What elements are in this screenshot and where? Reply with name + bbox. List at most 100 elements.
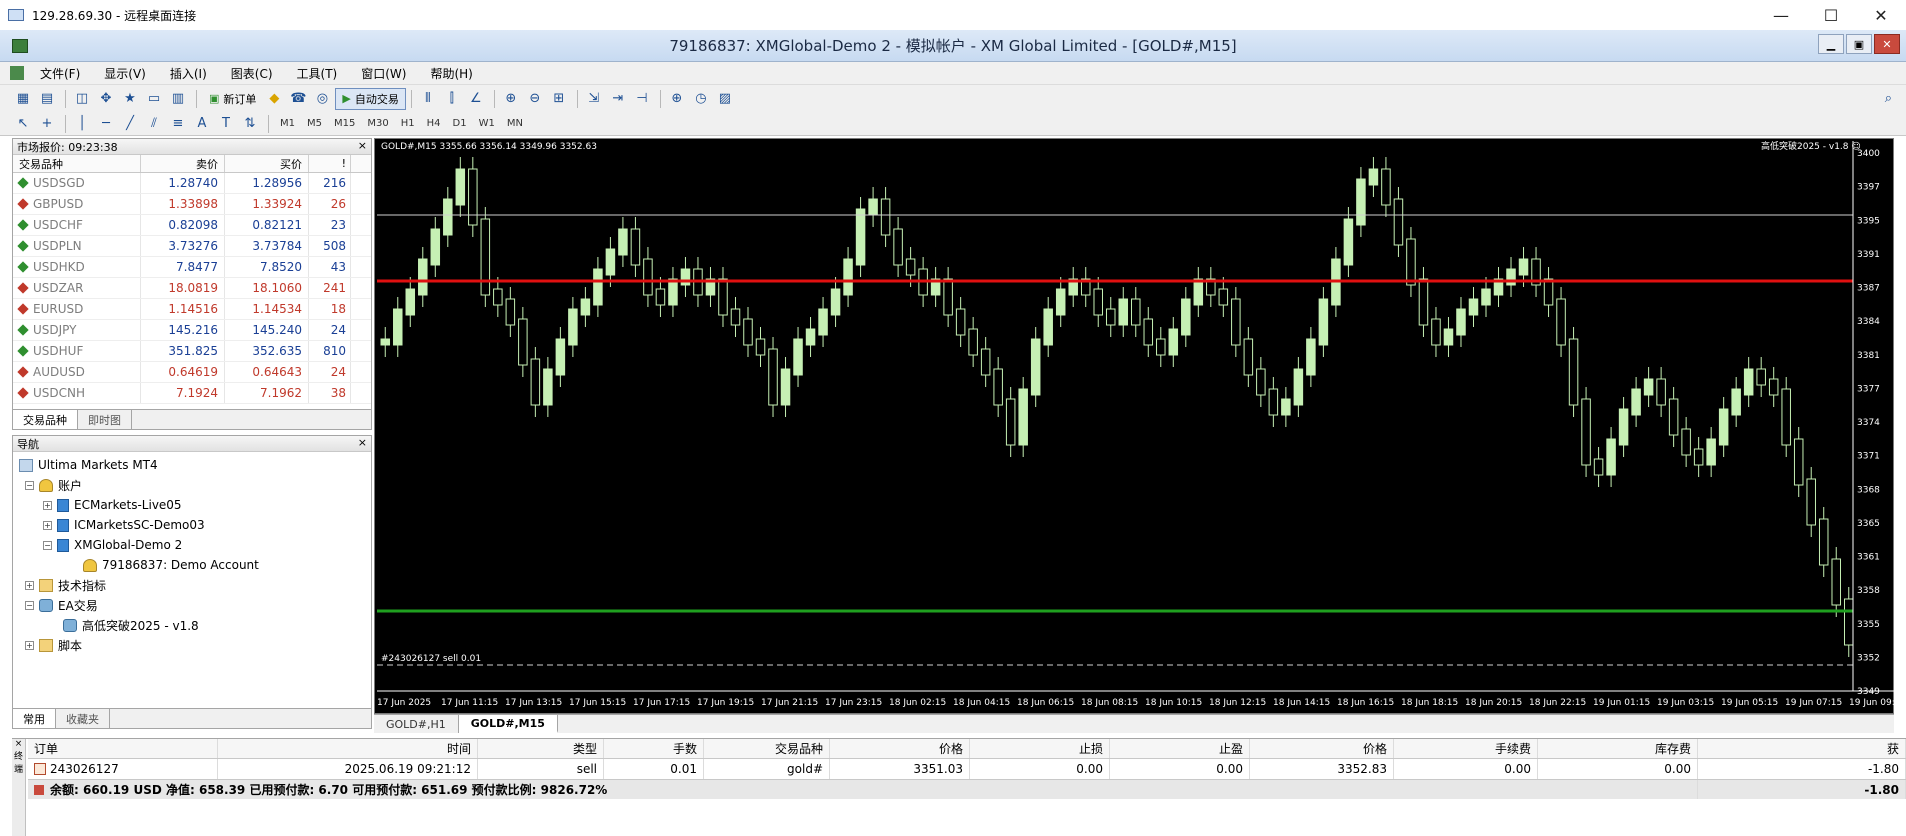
app-close-button[interactable]: ✕ bbox=[1874, 34, 1900, 54]
horizontal-line-icon[interactable]: ─ bbox=[95, 113, 117, 135]
trend-line-icon[interactable]: ╱ bbox=[119, 113, 141, 135]
signals-icon[interactable]: ☎ bbox=[287, 88, 309, 110]
tree-indicators[interactable]: + 技术指标 bbox=[25, 576, 106, 594]
tree-experts[interactable]: − EA交易 bbox=[25, 596, 98, 614]
tab-chart-m15[interactable]: GOLD#,M15 bbox=[458, 715, 558, 733]
channel-icon[interactable]: ⫽ bbox=[143, 113, 165, 135]
periods-icon[interactable]: ◷ bbox=[690, 88, 712, 110]
app-restore-button[interactable]: ▣ bbox=[1846, 34, 1872, 54]
col-swap[interactable]: 库存费 bbox=[1538, 739, 1698, 758]
collapse-icon[interactable]: − bbox=[25, 600, 34, 610]
timeframe-mn[interactable]: MN bbox=[501, 114, 529, 134]
zoom-in-icon[interactable]: ⊕ bbox=[500, 88, 522, 110]
cursor-icon[interactable]: ↖ bbox=[12, 113, 34, 135]
close-button[interactable]: ✕ bbox=[1856, 0, 1906, 30]
chart-shift-icon[interactable]: ⇥ bbox=[607, 88, 629, 110]
zoom-out-icon[interactable]: ⊖ bbox=[524, 88, 546, 110]
data-window-icon[interactable]: ✥ bbox=[95, 88, 117, 110]
market-watch-row[interactable]: USDCNH 7.1924 7.1962 38 bbox=[13, 383, 371, 404]
market-watch-row[interactable]: USDHUF 351.825 352.635 810 bbox=[13, 341, 371, 362]
tree-root[interactable]: Ultima Markets MT4 bbox=[19, 456, 158, 474]
col-order[interactable]: 订单 bbox=[28, 739, 218, 758]
metaeditor-icon[interactable]: ◆ bbox=[263, 88, 285, 110]
tab-tick-chart[interactable]: 即时图 bbox=[78, 410, 132, 429]
menu-charts[interactable]: 图表(C) bbox=[219, 65, 285, 82]
timeframe-m15[interactable]: M15 bbox=[328, 114, 361, 134]
col-spread[interactable]: ! bbox=[309, 155, 351, 172]
collapse-icon[interactable]: − bbox=[43, 540, 52, 550]
col-symbol[interactable]: 交易品种 bbox=[13, 155, 141, 172]
auto-scroll-icon[interactable]: ⇲ bbox=[583, 88, 605, 110]
collapse-icon[interactable]: − bbox=[25, 480, 34, 490]
menu-help[interactable]: 帮助(H) bbox=[418, 65, 484, 82]
search-icon[interactable]: ⌕ bbox=[1885, 91, 1892, 106]
bar-chart-icon[interactable]: ⫴ bbox=[417, 88, 439, 110]
terminal-icon[interactable]: ▭ bbox=[143, 88, 165, 110]
templates-icon[interactable]: ▨ bbox=[714, 88, 736, 110]
col-profit[interactable]: 获 bbox=[1698, 739, 1906, 758]
col-open-price[interactable]: 价格 bbox=[830, 739, 970, 758]
label-icon[interactable]: T bbox=[215, 113, 237, 135]
col-symbol[interactable]: 交易品种 bbox=[704, 739, 830, 758]
market-watch-row[interactable]: AUDUSD 0.64619 0.64643 24 bbox=[13, 362, 371, 383]
tab-symbols[interactable]: 交易品种 bbox=[13, 410, 78, 429]
market-watch-close-icon[interactable]: × bbox=[358, 139, 367, 152]
col-sl[interactable]: 止损 bbox=[970, 739, 1110, 758]
navigator-close-icon[interactable]: × bbox=[358, 436, 367, 449]
minimize-button[interactable]: — bbox=[1756, 0, 1806, 30]
menu-file[interactable]: 文件(F) bbox=[28, 65, 92, 82]
market-watch-row[interactable]: EURUSD 1.14516 1.14534 18 bbox=[13, 299, 371, 320]
app-minimize-button[interactable]: ▁ bbox=[1818, 34, 1844, 54]
col-bid[interactable]: 卖价 bbox=[141, 155, 225, 172]
market-watch-row[interactable]: GBPUSD 1.33898 1.33924 26 bbox=[13, 194, 371, 215]
auto-trading-button[interactable]: ▶ 自动交易 bbox=[335, 87, 406, 110]
tab-chart-h1[interactable]: GOLD#,H1 bbox=[374, 715, 459, 733]
tree-account-ecmarkets[interactable]: + ECMarkets-Live05 bbox=[43, 496, 182, 514]
chart-shift-end-icon[interactable]: ⊣ bbox=[631, 88, 653, 110]
expand-icon[interactable]: + bbox=[25, 580, 34, 590]
menu-insert[interactable]: 插入(I) bbox=[158, 65, 219, 82]
tree-expert-item[interactable]: 高低突破2025 - v1.8 bbox=[63, 616, 199, 634]
tree-account-icmarkets[interactable]: + ICMarketsSC-Demo03 bbox=[43, 516, 205, 534]
col-price[interactable]: 价格 bbox=[1250, 739, 1394, 758]
tab-common[interactable]: 常用 bbox=[13, 709, 56, 728]
expand-icon[interactable]: + bbox=[25, 640, 34, 650]
line-chart-icon[interactable]: ∠ bbox=[465, 88, 487, 110]
timeframe-w1[interactable]: W1 bbox=[473, 114, 501, 134]
col-commission[interactable]: 手续费 bbox=[1394, 739, 1538, 758]
expand-icon[interactable]: + bbox=[43, 500, 52, 510]
market-watch-row[interactable]: USDPLN 3.73276 3.73784 508 bbox=[13, 236, 371, 257]
vertical-line-icon[interactable]: │ bbox=[71, 113, 93, 135]
chart-canvas[interactable]: GOLD#,M15 3355.66 3356.14 3349.96 3352.6… bbox=[375, 139, 1895, 715]
tree-account-xmglobal[interactable]: − XMGlobal-Demo 2 bbox=[43, 536, 182, 554]
market-watch-row[interactable]: USDSGD 1.28740 1.28956 216 bbox=[13, 173, 371, 194]
timeframe-m30[interactable]: M30 bbox=[361, 114, 394, 134]
new-order-button[interactable]: ▣ 新订单 bbox=[202, 88, 263, 110]
menu-tools[interactable]: 工具(T) bbox=[285, 65, 350, 82]
market-watch-row[interactable]: USDZAR 18.0819 18.1060 241 bbox=[13, 278, 371, 299]
expand-icon[interactable]: + bbox=[43, 520, 52, 530]
col-tp[interactable]: 止盈 bbox=[1110, 739, 1250, 758]
price-chart[interactable]: GOLD#,M15 3355.66 3356.14 3349.96 3352.6… bbox=[374, 138, 1895, 715]
tab-favorites[interactable]: 收藏夹 bbox=[56, 709, 110, 728]
market-watch-row[interactable]: USDHKD 7.8477 7.8520 43 bbox=[13, 257, 371, 278]
col-type[interactable]: 类型 bbox=[478, 739, 604, 758]
col-lots[interactable]: 手数 bbox=[604, 739, 704, 758]
maximize-button[interactable]: ☐ bbox=[1806, 0, 1856, 30]
col-ask[interactable]: 买价 bbox=[225, 155, 309, 172]
strategy-tester-icon[interactable]: ▥ bbox=[167, 88, 189, 110]
arrows-icon[interactable]: ⇅ bbox=[239, 113, 261, 135]
market-icon[interactable]: ◎ bbox=[311, 88, 333, 110]
menu-view[interactable]: 显示(V) bbox=[92, 65, 158, 82]
menu-window[interactable]: 窗口(W) bbox=[349, 65, 418, 82]
fibonacci-icon[interactable]: ≡ bbox=[167, 113, 189, 135]
text-icon[interactable]: A bbox=[191, 113, 213, 135]
candlestick-icon[interactable]: ⫿ bbox=[441, 88, 463, 110]
order-row[interactable]: 243026127 2025.06.19 09:21:12 sell 0.01 … bbox=[28, 759, 1906, 779]
timeframe-m5[interactable]: M5 bbox=[301, 114, 328, 134]
crosshair-icon[interactable]: + bbox=[36, 113, 58, 135]
timeframe-h4[interactable]: H4 bbox=[421, 114, 447, 134]
profiles-icon[interactable]: ▤ bbox=[36, 88, 58, 110]
tile-windows-icon[interactable]: ⊞ bbox=[548, 88, 570, 110]
col-time[interactable]: 时间 bbox=[218, 739, 478, 758]
